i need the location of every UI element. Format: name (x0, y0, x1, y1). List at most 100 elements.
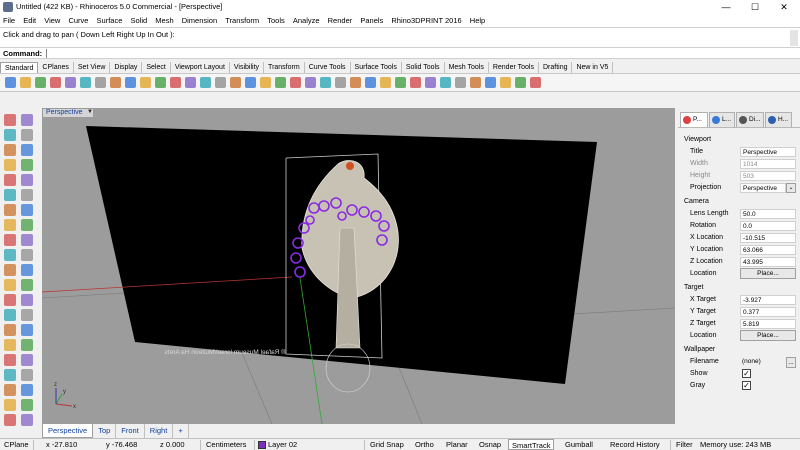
status-osnap[interactable]: Osnap (479, 440, 501, 449)
viewport-4-icon[interactable] (260, 77, 271, 88)
lock-icon[interactable] (365, 77, 376, 88)
block-icon[interactable] (4, 354, 16, 366)
tab-surface-tools[interactable]: Surface Tools (351, 62, 402, 73)
menu-transform[interactable]: Transform (222, 14, 262, 25)
surface-icon[interactable] (4, 204, 16, 216)
rotate-icon[interactable] (21, 279, 33, 291)
x-target-field[interactable]: -3.927 (740, 295, 796, 305)
tab-drafting[interactable]: Drafting (539, 62, 573, 73)
select-points-icon[interactable] (21, 114, 33, 126)
array-icon[interactable] (4, 309, 16, 321)
menu-surface[interactable]: Surface (94, 14, 126, 25)
status-units[interactable]: Centimeters (206, 440, 246, 449)
menu-rhino3dprint[interactable]: Rhino3DPRINT 2016 (388, 14, 464, 25)
add-viewport-tab-button[interactable]: + (173, 424, 189, 438)
viewport-tab-perspective[interactable]: Perspective (42, 424, 94, 438)
redo-icon[interactable] (140, 77, 151, 88)
mesh-icon[interactable] (4, 249, 16, 261)
freeform-icon[interactable] (21, 174, 33, 186)
tab-transform[interactable]: Transform (264, 62, 305, 73)
move-icon[interactable] (4, 279, 16, 291)
viewport-tab-front[interactable]: Front (116, 424, 145, 438)
light-icon[interactable] (380, 77, 391, 88)
status-filter[interactable]: Filter (676, 440, 693, 449)
dim-angle-icon[interactable] (4, 414, 16, 426)
menu-tools[interactable]: Tools (264, 14, 288, 25)
projection-select[interactable]: Perspective (740, 183, 786, 193)
layer-tool-icon[interactable] (4, 384, 16, 396)
script-icon[interactable] (530, 77, 541, 88)
close-button[interactable]: ✕ (770, 0, 798, 14)
y-target-field[interactable]: 0.377 (740, 307, 796, 317)
group-icon[interactable] (21, 354, 33, 366)
explode-icon[interactable] (4, 324, 16, 336)
points-off-icon[interactable] (305, 77, 316, 88)
command-input[interactable] (46, 49, 786, 58)
menu-render[interactable]: Render (325, 14, 356, 25)
show-icon[interactable] (350, 77, 361, 88)
menu-curve[interactable]: Curve (65, 14, 91, 25)
scale-icon[interactable] (4, 294, 16, 306)
panel-tab-layers[interactable]: L... (709, 112, 735, 127)
target-place-button[interactable]: Place... (740, 330, 796, 341)
z-target-field[interactable]: 5.819 (740, 319, 796, 329)
undo-icon[interactable] (125, 77, 136, 88)
menu-solid[interactable]: Solid (128, 14, 151, 25)
zoom-all-icon[interactable] (215, 77, 226, 88)
tab-set-view[interactable]: Set View (74, 62, 111, 73)
projection-dropdown-icon[interactable]: ⌄ (786, 183, 796, 193)
cylinder-icon[interactable] (4, 234, 16, 246)
filename-browse-button[interactable]: ... (786, 357, 796, 368)
tab-curve-tools[interactable]: Curve Tools (305, 62, 351, 73)
open-icon[interactable] (20, 77, 31, 88)
save-icon[interactable] (35, 77, 46, 88)
cone-icon[interactable] (21, 234, 33, 246)
perspective-viewport[interactable]: ® Rafael Museum Israel/Muzeon Ha Arets x… (42, 108, 675, 424)
zoom-target-icon[interactable] (245, 77, 256, 88)
viewport-dropdown-icon[interactable]: ▼ (87, 109, 93, 115)
mirror-icon[interactable] (21, 294, 33, 306)
zoom-extents-icon[interactable] (200, 77, 211, 88)
circle-icon[interactable] (4, 144, 16, 156)
select-icon[interactable] (4, 114, 16, 126)
rectangle-icon[interactable] (21, 159, 33, 171)
panel-tab-display[interactable]: Di... (736, 112, 764, 127)
extrude-icon[interactable] (21, 204, 33, 216)
rotation-field[interactable]: 0.0 (740, 221, 796, 231)
extend-icon[interactable] (4, 399, 16, 411)
tab-cplanes[interactable]: CPlanes (38, 62, 74, 73)
dimension-icon[interactable] (4, 339, 16, 351)
polygon-icon[interactable] (4, 174, 16, 186)
box-icon[interactable] (4, 219, 16, 231)
status-cplane[interactable]: CPlane (4, 440, 29, 449)
status-grid-snap[interactable]: Grid Snap (370, 440, 404, 449)
viewport-tab-right[interactable]: Right (145, 424, 174, 438)
import-icon[interactable] (65, 77, 76, 88)
tab-display[interactable]: Display (110, 62, 143, 73)
join-icon[interactable] (21, 309, 33, 321)
options-icon[interactable] (500, 77, 511, 88)
show-checkbox[interactable]: ✓ (742, 369, 751, 378)
tools-icon[interactable] (515, 77, 526, 88)
zoom-selected-icon[interactable] (230, 77, 241, 88)
tab-visibility[interactable]: Visibility (230, 62, 265, 73)
viewport-title-tab[interactable]: Perspective ▼ (42, 108, 94, 118)
menu-edit[interactable]: Edit (20, 14, 39, 25)
properties-icon[interactable] (410, 77, 421, 88)
tab-new-in-v5[interactable]: New in V5 (572, 62, 614, 73)
leader-icon[interactable] (21, 414, 33, 426)
cplane-icon[interactable] (320, 77, 331, 88)
sphere-icon[interactable] (21, 219, 33, 231)
status-smarttrack[interactable]: SmartTrack (508, 439, 555, 450)
command-history-scrollbar[interactable] (790, 30, 798, 46)
analyze-icon[interactable] (4, 369, 16, 381)
panel-tab-help[interactable]: H... (765, 112, 792, 127)
boolean-icon[interactable] (4, 264, 16, 276)
x-location-field[interactable]: -10.515 (740, 233, 796, 243)
tab-select[interactable]: Select (142, 62, 171, 73)
status-gumball[interactable]: Gumball (565, 440, 593, 449)
render-icon[interactable] (425, 77, 436, 88)
menu-view[interactable]: View (41, 14, 63, 25)
offset-icon[interactable] (21, 189, 33, 201)
panel-tab-properties[interactable]: P... (680, 112, 708, 127)
